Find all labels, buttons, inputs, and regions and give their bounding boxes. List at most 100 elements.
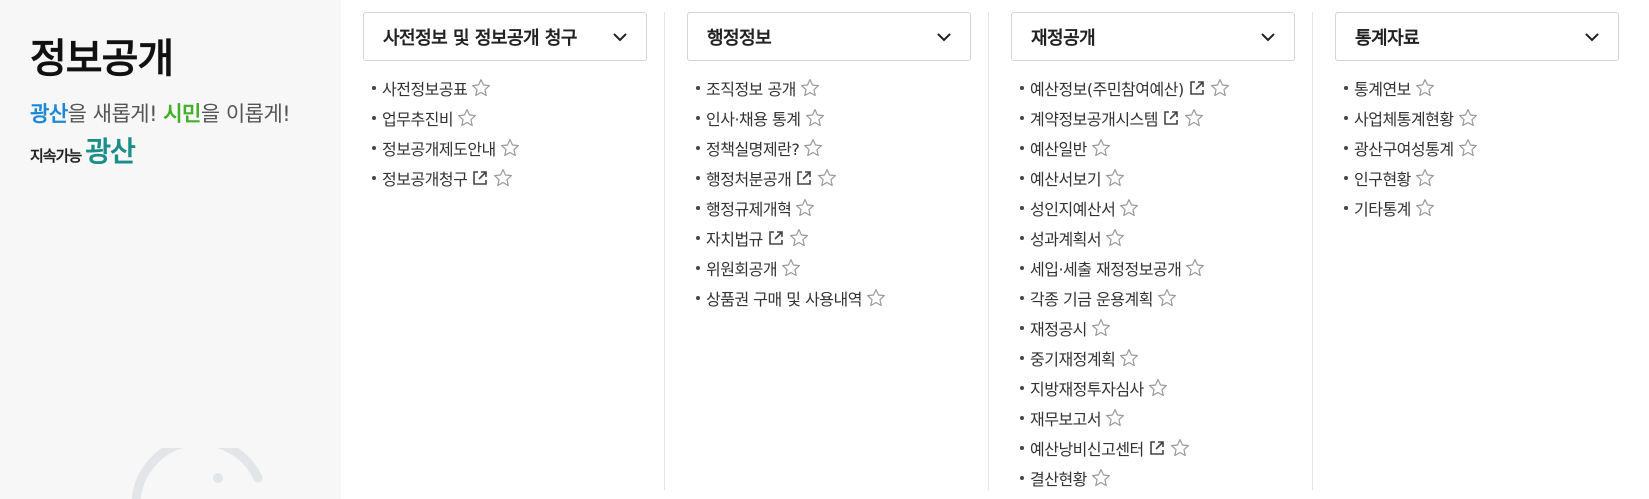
- menu-link[interactable]: 조직정보 공개: [706, 76, 796, 100]
- favorite-star-icon[interactable]: [1414, 197, 1436, 219]
- favorite-star-icon[interactable]: [865, 287, 887, 309]
- list-item: 사업체통계현황: [1344, 103, 1619, 133]
- menu-link[interactable]: 인구현황: [1354, 166, 1411, 190]
- menu-link[interactable]: 각종 기금 운용계획: [1030, 286, 1153, 310]
- menu-link[interactable]: 상품권 구매 및 사용내역: [706, 286, 862, 310]
- favorite-star-icon[interactable]: [1457, 137, 1479, 159]
- favorite-star-icon[interactable]: [1104, 227, 1126, 249]
- menu-link[interactable]: 계약정보공개시스템: [1030, 106, 1158, 130]
- bullet-dot: [1344, 116, 1348, 120]
- menu-link[interactable]: 기타통계: [1354, 196, 1411, 220]
- favorite-star-icon[interactable]: [816, 167, 838, 189]
- menu-link[interactable]: 재정공시: [1030, 316, 1087, 340]
- favorite-star-icon[interactable]: [1156, 287, 1178, 309]
- menu-link[interactable]: 예산낭비신고센터: [1030, 436, 1144, 460]
- slogan-text-2: 을 이롭게!: [200, 102, 291, 126]
- menu-link[interactable]: 행정규제개혁: [706, 196, 792, 220]
- menu-link[interactable]: 행정처분공개: [706, 166, 792, 190]
- favorite-star-icon[interactable]: [1090, 467, 1112, 489]
- menu-link[interactable]: 정보공개청구: [382, 166, 468, 190]
- menu-link[interactable]: 자치법규: [706, 226, 763, 250]
- favorite-star-icon[interactable]: [799, 77, 821, 99]
- brand-logo: 지속가능 광산: [30, 138, 136, 166]
- favorite-star-icon[interactable]: [499, 137, 521, 159]
- bullet-dot: [1020, 176, 1024, 180]
- menu-link[interactable]: 성과계획서: [1030, 226, 1102, 250]
- favorite-star-icon[interactable]: [1169, 437, 1191, 459]
- menu-link[interactable]: 정책실명제란?: [706, 136, 800, 160]
- favorite-star-icon[interactable]: [1147, 377, 1169, 399]
- favorite-star-icon[interactable]: [1209, 77, 1231, 99]
- dropdown-statistics[interactable]: 통계자료: [1335, 12, 1619, 61]
- list-item: 지방재정투자심사: [1020, 373, 1295, 403]
- menu-link[interactable]: 지방재정투자심사: [1030, 376, 1144, 400]
- menu-link[interactable]: 예산정보(주민참여예산): [1030, 76, 1184, 100]
- favorite-star-icon[interactable]: [1118, 347, 1140, 369]
- favorite-star-icon[interactable]: [1184, 257, 1206, 279]
- menu-link[interactable]: 재무보고서: [1030, 406, 1102, 430]
- column-pre-disclosure: 사전정보 및 정보공개 청구 사전정보공표업무추진비정보공개제도안내정보공개청구: [363, 12, 647, 193]
- menu-link[interactable]: 세입·세출 재정정보공개: [1030, 256, 1182, 280]
- list-item: 예산일반: [1020, 133, 1295, 163]
- favorite-star-icon[interactable]: [456, 107, 478, 129]
- menu-link[interactable]: 사전정보공표: [382, 76, 468, 100]
- menu-link[interactable]: 통계연보: [1354, 76, 1411, 100]
- favorite-star-icon[interactable]: [1183, 107, 1205, 129]
- bullet-dot: [1020, 326, 1024, 330]
- dropdown-label: 행정정보: [707, 27, 772, 49]
- favorite-star-icon[interactable]: [794, 197, 816, 219]
- favorite-star-icon[interactable]: [1414, 167, 1436, 189]
- external-link-icon[interactable]: [1148, 439, 1166, 457]
- slogan-text-1: 을 새롭게!: [67, 102, 164, 126]
- favorite-star-icon[interactable]: [1090, 317, 1112, 339]
- favorite-star-icon[interactable]: [804, 107, 826, 129]
- favorite-star-icon[interactable]: [1090, 137, 1112, 159]
- favorite-star-icon[interactable]: [1104, 407, 1126, 429]
- list-item: 성과계획서: [1020, 223, 1295, 253]
- dropdown-label: 사전정보 및 정보공개 청구: [383, 27, 577, 49]
- favorite-star-icon[interactable]: [1118, 197, 1140, 219]
- favorite-star-icon[interactable]: [788, 227, 810, 249]
- list-item: 인사·채용 통계: [696, 103, 971, 133]
- sidebar-panel: 정보공개 광산을 새롭게! 시민을 이롭게! 지속가능 광산: [0, 0, 341, 499]
- dropdown-finance[interactable]: 재정공개: [1011, 12, 1295, 61]
- favorite-star-icon[interactable]: [1414, 77, 1436, 99]
- menu-link[interactable]: 성인지예산서: [1030, 196, 1116, 220]
- external-link-icon[interactable]: [795, 169, 813, 187]
- menu-link[interactable]: 예산서보기: [1030, 166, 1102, 190]
- favorite-star-icon[interactable]: [470, 77, 492, 99]
- menu-link[interactable]: 인사·채용 통계: [706, 106, 801, 130]
- menu-link[interactable]: 정보공개제도안내: [382, 136, 496, 160]
- external-link-icon[interactable]: [471, 169, 489, 187]
- menu-link[interactable]: 중기재정계획: [1030, 346, 1116, 370]
- list-item: 광산구여성통계: [1344, 133, 1619, 163]
- bullet-dot: [696, 206, 700, 210]
- favorite-star-icon[interactable]: [802, 137, 824, 159]
- menu-link[interactable]: 예산일반: [1030, 136, 1087, 160]
- list-item: 성인지예산서: [1020, 193, 1295, 223]
- favorite-star-icon[interactable]: [1457, 107, 1479, 129]
- list-item: 계약정보공개시스템: [1020, 103, 1295, 133]
- list-item: 통계연보: [1344, 73, 1619, 103]
- slogan-gwangsan: 광산: [30, 102, 68, 126]
- list-item: 각종 기금 운용계획: [1020, 283, 1295, 313]
- external-link-icon[interactable]: [767, 229, 785, 247]
- dropdown-admin-info[interactable]: 행정정보: [687, 12, 971, 61]
- list-item: 조직정보 공개: [696, 73, 971, 103]
- column-divider: [1312, 12, 1313, 490]
- favorite-star-icon[interactable]: [492, 167, 514, 189]
- menu-link[interactable]: 결산현황: [1030, 466, 1087, 490]
- favorite-star-icon[interactable]: [1104, 167, 1126, 189]
- list-item: 상품권 구매 및 사용내역: [696, 283, 971, 313]
- external-link-icon[interactable]: [1162, 109, 1180, 127]
- bullet-dot: [1020, 476, 1024, 480]
- external-link-icon[interactable]: [1188, 79, 1206, 97]
- favorite-star-icon[interactable]: [780, 257, 802, 279]
- menu-link[interactable]: 업무추진비: [382, 106, 454, 130]
- list-item: 결산현황: [1020, 463, 1295, 493]
- dropdown-pre-disclosure[interactable]: 사전정보 및 정보공개 청구: [363, 12, 647, 61]
- menu-link[interactable]: 사업체통계현황: [1354, 106, 1454, 130]
- menu-link[interactable]: 위원회공개: [706, 256, 778, 280]
- bullet-dot: [1020, 356, 1024, 360]
- menu-link[interactable]: 광산구여성통계: [1354, 136, 1454, 160]
